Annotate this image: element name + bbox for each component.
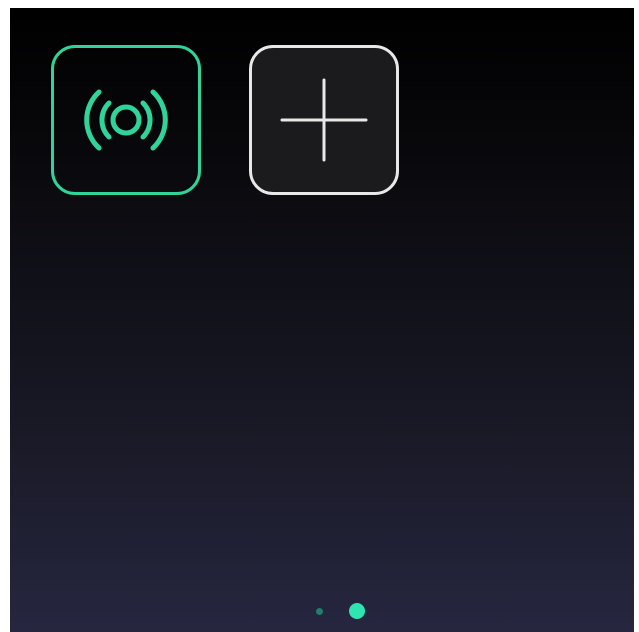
page-indicator [28, 600, 634, 622]
broadcast-icon [84, 89, 168, 151]
page-dot-2-active[interactable] [348, 603, 365, 619]
home-screen [10, 8, 634, 632]
broadcast-tile[interactable] [51, 45, 201, 195]
page-dot-1[interactable] [315, 607, 323, 615]
plus-icon [280, 78, 368, 162]
add-tile-button[interactable] [249, 45, 399, 195]
